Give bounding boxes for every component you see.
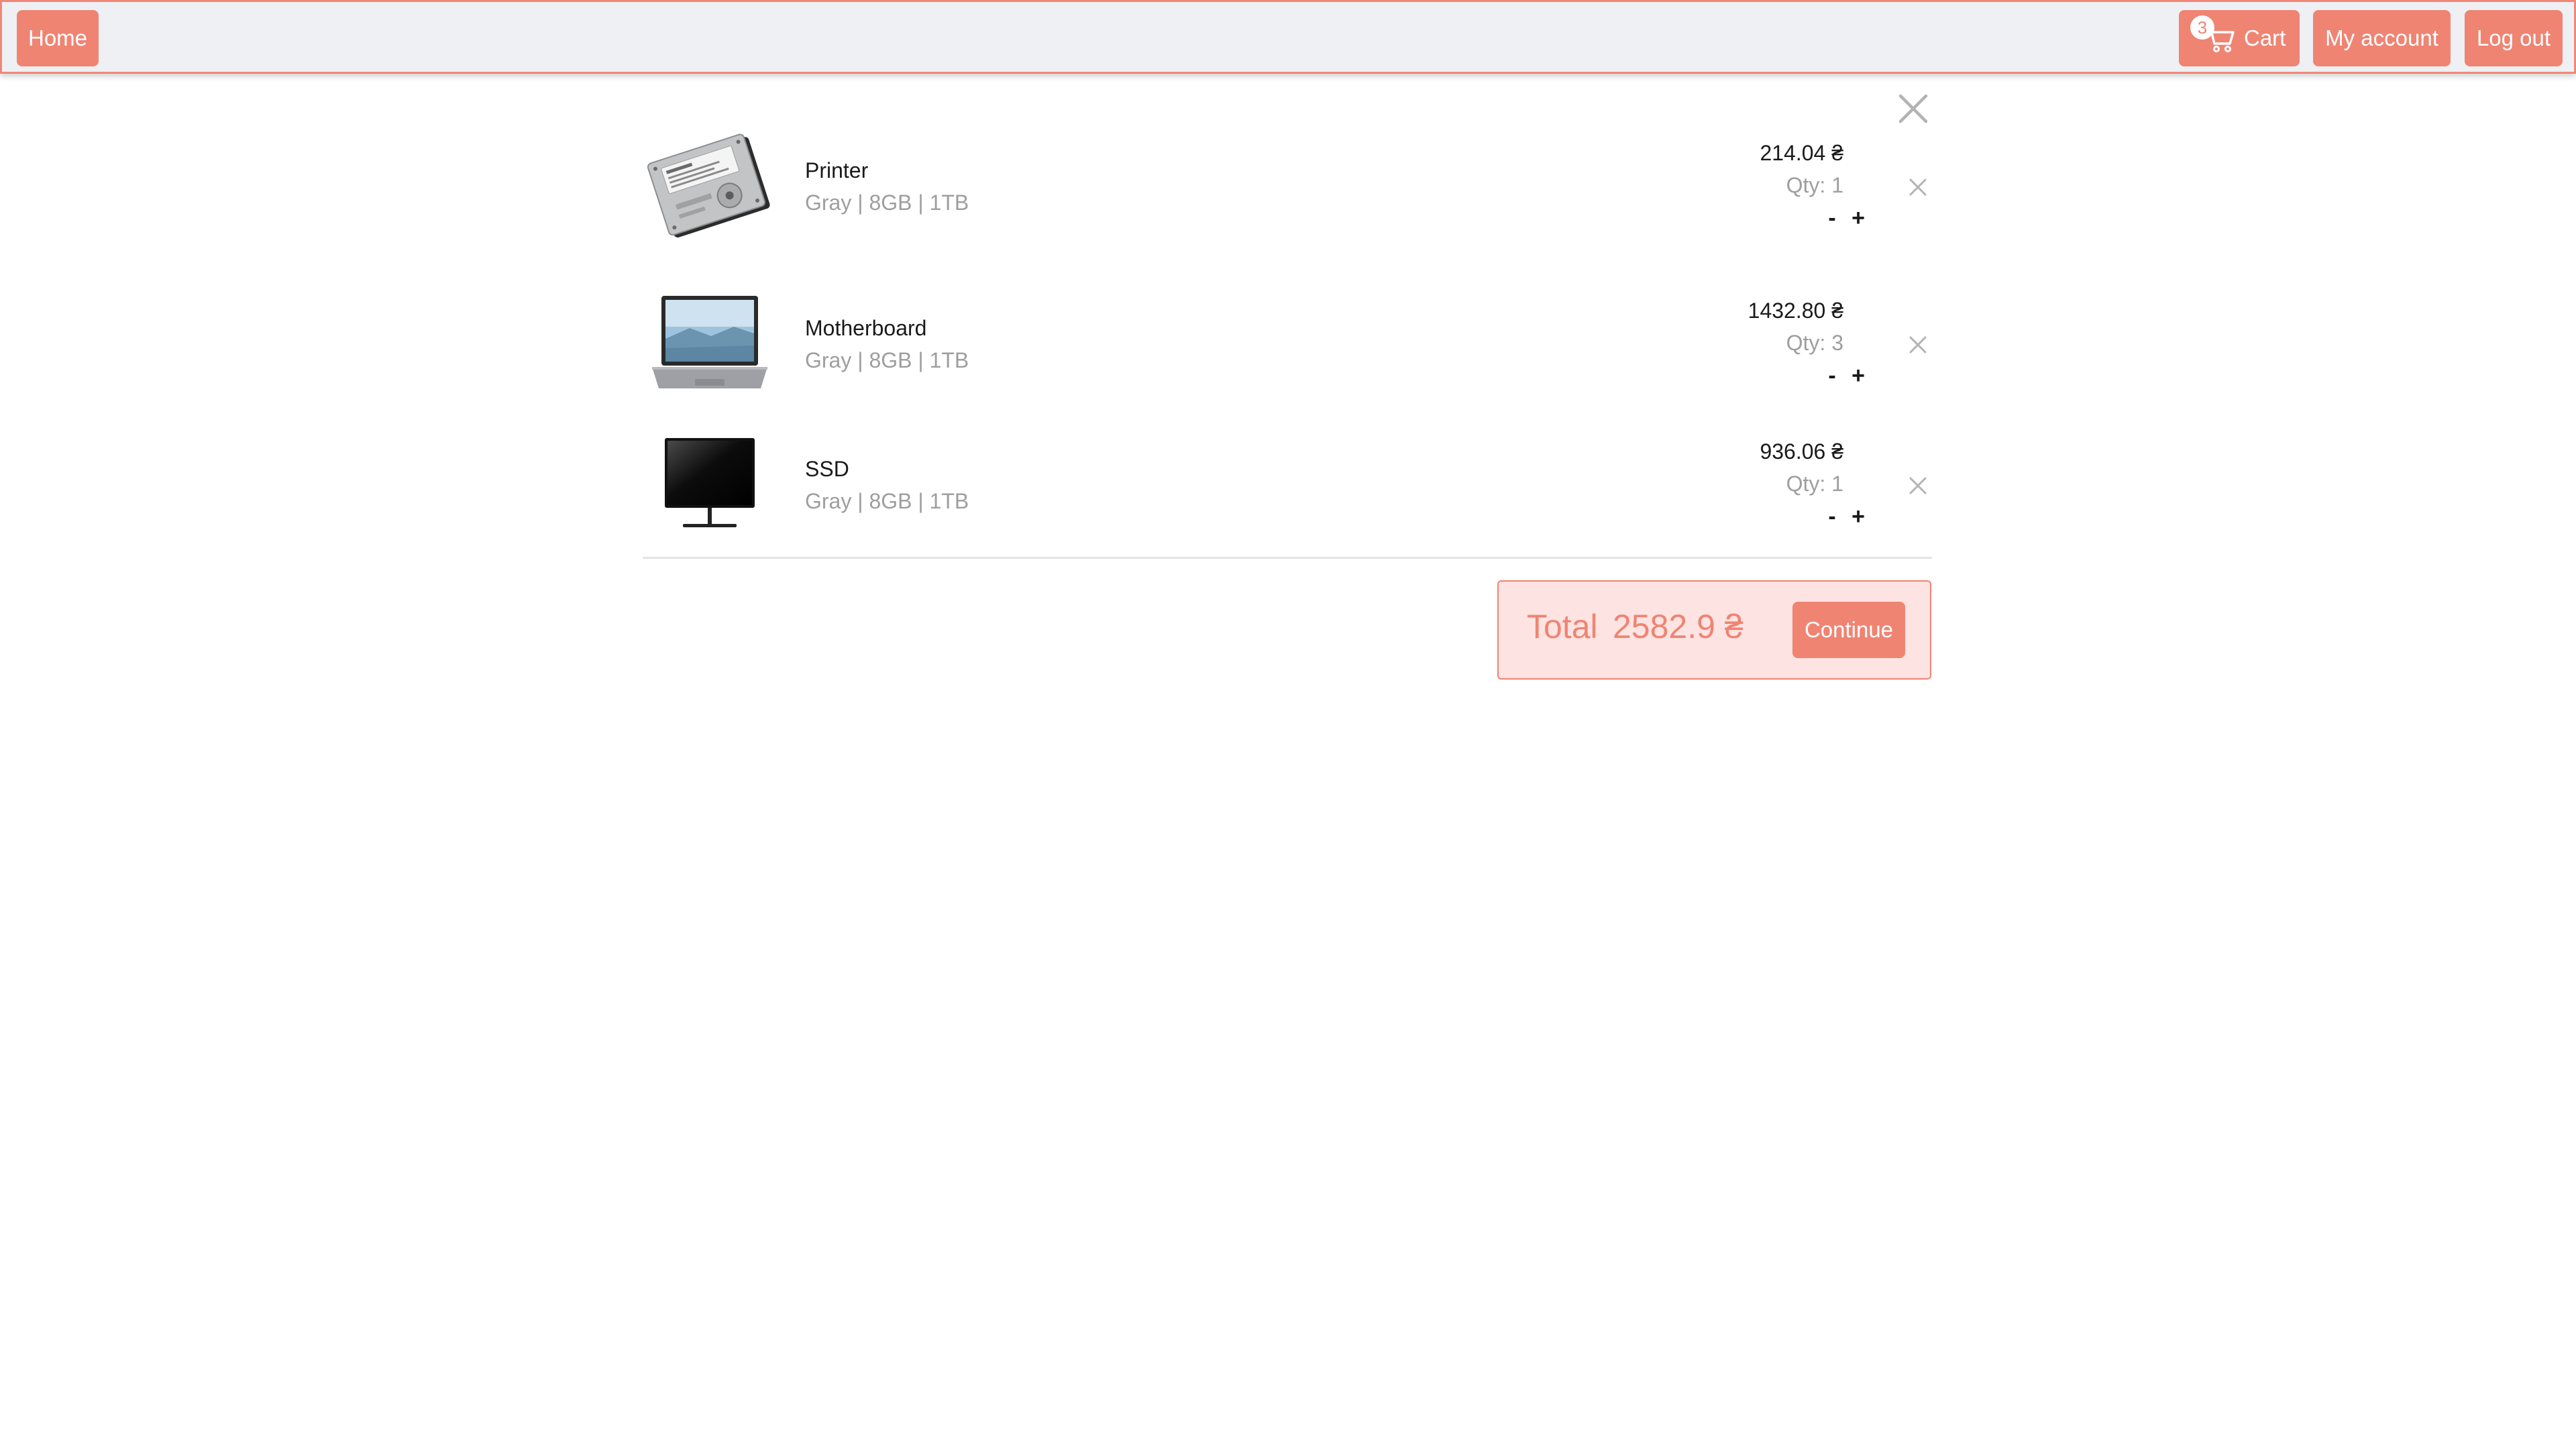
item-variant: Gray | 8GB | 1TB bbox=[805, 489, 969, 513]
item-variant: Gray | 8GB | 1TB bbox=[805, 191, 969, 215]
cart-count-badge: 3 bbox=[2190, 15, 2214, 40]
cart-item: SSD Gray | 8GB | 1TB 936.06 ₴ Qty: 1 - + bbox=[643, 426, 1932, 547]
monitor-image bbox=[665, 438, 755, 527]
remove-item-icon[interactable] bbox=[1904, 331, 1932, 359]
top-navbar: Home 3 Cart My account Log out bbox=[0, 0, 2576, 74]
decrease-quantity-button[interactable]: - bbox=[1822, 504, 1842, 530]
item-quantity: Qty: 3 bbox=[1786, 331, 1843, 355]
cart-label: Cart bbox=[2244, 25, 2286, 50]
decrease-quantity-button[interactable]: - bbox=[1822, 363, 1842, 389]
increase-quantity-button[interactable]: + bbox=[1848, 363, 1868, 389]
laptop-image bbox=[652, 296, 767, 388]
home-button[interactable]: Home bbox=[17, 10, 99, 66]
cart-item: Printer Gray | 8GB | 1TB 214.04 ₴ Qty: 1… bbox=[643, 127, 1932, 248]
close-cart-icon[interactable] bbox=[1896, 92, 1930, 125]
increase-quantity-button[interactable]: + bbox=[1848, 504, 1868, 530]
item-name: Printer bbox=[805, 158, 869, 182]
item-quantity: Qty: 1 bbox=[1786, 472, 1843, 496]
item-name: SSD bbox=[805, 457, 849, 481]
item-price: 936.06 ₴ bbox=[1760, 439, 1843, 464]
remove-item-icon[interactable] bbox=[1904, 472, 1932, 500]
continue-button[interactable]: Continue bbox=[1792, 602, 1905, 658]
hard-drive-image bbox=[647, 133, 770, 237]
item-name: Motherboard bbox=[805, 316, 927, 340]
cart-item: Motherboard Gray | 8GB | 1TB 1432.80 ₴ Q… bbox=[643, 285, 1932, 406]
remove-item-icon[interactable] bbox=[1904, 173, 1932, 201]
item-price: 214.04 ₴ bbox=[1760, 141, 1843, 165]
item-variant: Gray | 8GB | 1TB bbox=[805, 348, 969, 372]
increase-quantity-button[interactable]: + bbox=[1848, 205, 1868, 231]
total-value: 2582.9 ₴ bbox=[1613, 608, 1743, 645]
item-price: 1432.80 ₴ bbox=[1748, 299, 1843, 323]
total-label: Total bbox=[1527, 608, 1598, 645]
item-quantity: Qty: 1 bbox=[1786, 173, 1843, 197]
cart-divider bbox=[643, 557, 1932, 559]
logout-button[interactable]: Log out bbox=[2465, 10, 2563, 66]
my-account-button[interactable]: My account bbox=[2313, 10, 2451, 66]
cart-button[interactable]: 3 Cart bbox=[2179, 10, 2300, 66]
total-summary: Total 2582.9 ₴ Continue bbox=[1497, 580, 1931, 680]
decrease-quantity-button[interactable]: - bbox=[1822, 205, 1842, 231]
